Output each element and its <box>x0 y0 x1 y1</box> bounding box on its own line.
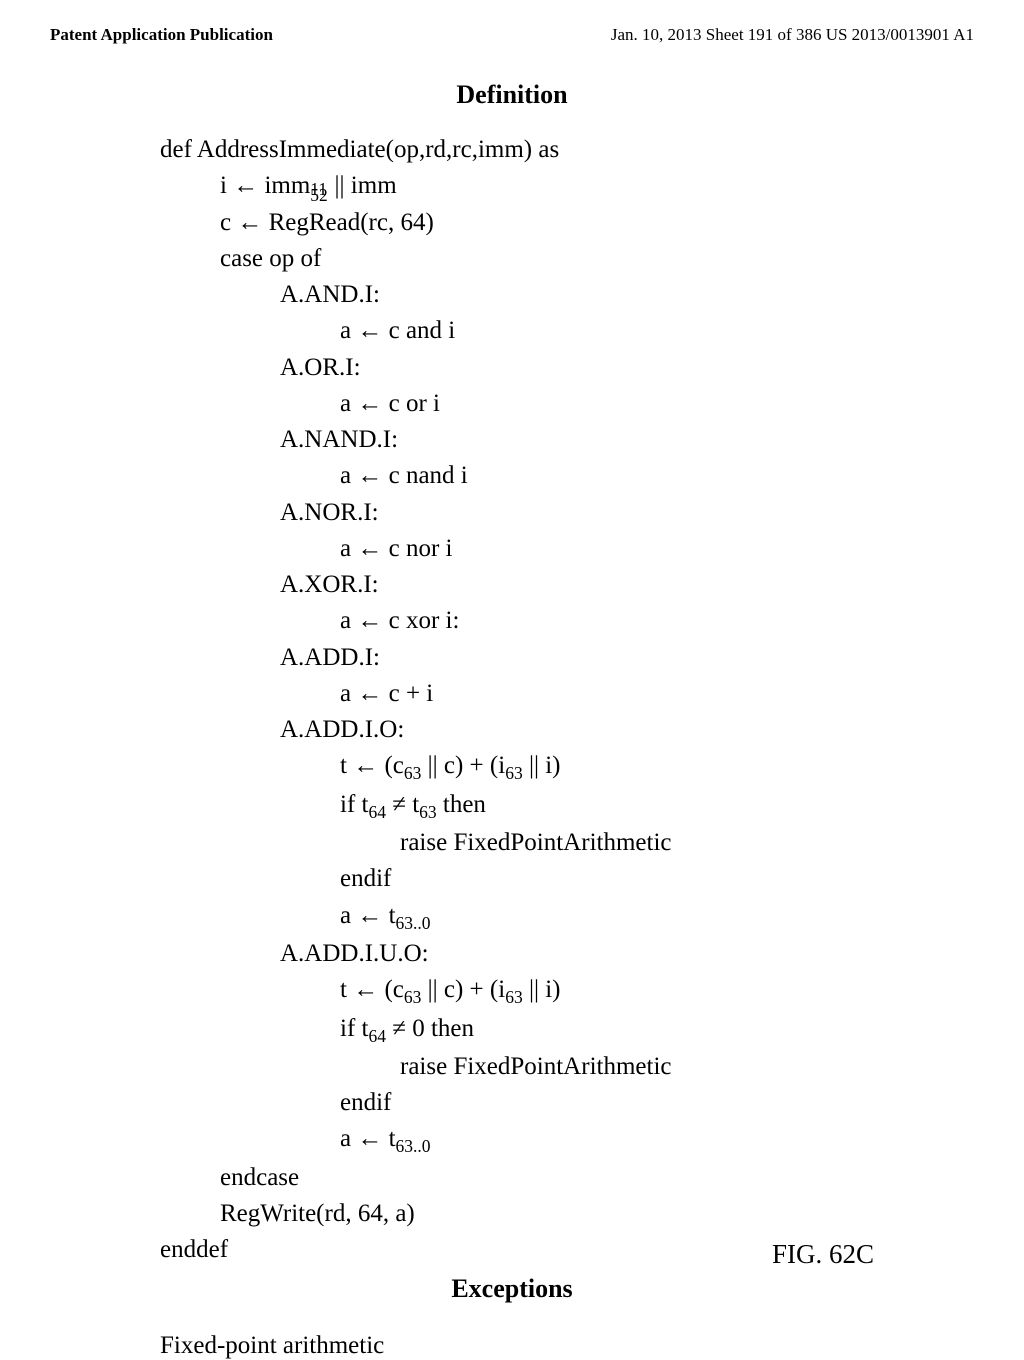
code-line: a ← c or i <box>160 386 914 422</box>
code-line: a ← c nand i <box>160 458 914 494</box>
code-line: a ← t63..0 <box>160 898 914 936</box>
code-line: def AddressImmediate(op,rd,rc,imm) as <box>160 132 914 168</box>
code-line: raise FixedPointArithmetic <box>160 1049 914 1085</box>
code-line: endcase <box>160 1160 914 1196</box>
code-line: if t64 ≠ 0 then <box>160 1011 914 1049</box>
code-line: a ← t63..0 <box>160 1121 914 1159</box>
code-line: A.XOR.I: <box>160 567 914 603</box>
page-header: Patent Application Publication Jan. 10, … <box>50 25 974 45</box>
code-line: a ← c xor i: <box>160 603 914 639</box>
code-line: a ← c + i <box>160 676 914 712</box>
code-line: A.NOR.I: <box>160 495 914 531</box>
definition-title: Definition <box>50 80 974 110</box>
code-line: RegWrite(rd, 64, a) <box>160 1196 914 1232</box>
code-line: if t64 ≠ t63 then <box>160 787 914 825</box>
code-line: raise FixedPointArithmetic <box>160 825 914 861</box>
figure-label: FIG. 62C <box>772 1239 874 1270</box>
code-line: i ← imm5211 || imm <box>160 168 914 204</box>
code-line: a ← c and i <box>160 313 914 349</box>
code-line: c ← RegRead(rc, 64) <box>160 205 914 241</box>
code-line: endif <box>160 861 914 897</box>
header-publication: Patent Application Publication <box>50 25 273 45</box>
code-line: t ← (c63 || c) + (i63 || i) <box>160 748 914 786</box>
code-line: A.ADD.I: <box>160 640 914 676</box>
code-line: a ← c nor i <box>160 531 914 567</box>
code-line: A.NAND.I: <box>160 422 914 458</box>
code-line: case op of <box>160 241 914 277</box>
code-line: A.ADD.I.U.O: <box>160 936 914 972</box>
code-line: A.ADD.I.O: <box>160 712 914 748</box>
exceptions-body: Fixed-point arithmetic <box>160 1332 974 1360</box>
code-line: A.AND.I: <box>160 277 914 313</box>
pseudocode-block: def AddressImmediate(op,rd,rc,imm) as i … <box>160 132 914 1269</box>
code-line: t ← (c63 || c) + (i63 || i) <box>160 972 914 1010</box>
exceptions-title: Exceptions <box>50 1274 974 1304</box>
header-date-sheet: Jan. 10, 2013 Sheet 191 of 386 US 2013/0… <box>611 25 974 45</box>
code-line: A.OR.I: <box>160 350 914 386</box>
code-line: endif <box>160 1085 914 1121</box>
